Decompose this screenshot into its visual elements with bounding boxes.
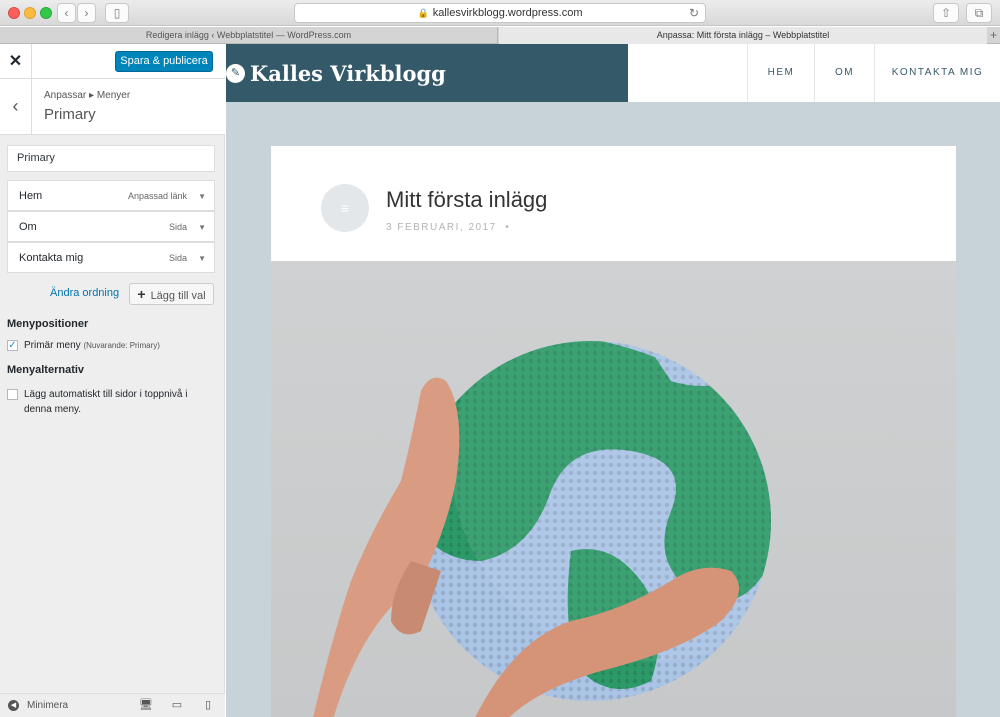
tabs-icon[interactable]: ⧉ — [966, 3, 992, 23]
collapse-button[interactable]: Minimera — [27, 700, 68, 711]
reorder-link[interactable]: Ändra ordning — [50, 287, 119, 299]
site-preview: ✎ Kalles Virkblogg HEM OM KONTAKTA MIG ≡… — [226, 44, 1000, 717]
breadcrumb: Anpassar ▸ Menyer — [44, 90, 131, 101]
menu-options-heading: Menyalternativ — [7, 364, 85, 376]
featured-image — [271, 261, 956, 717]
primary-menu-checkbox[interactable]: ✓ — [7, 340, 18, 351]
post-card: ≡ Mitt första inlägg 3 FEBRUARI, 2017 • — [271, 146, 956, 717]
pencil-icon: ✎ — [226, 64, 245, 83]
menu-name-input[interactable]: Primary — [7, 145, 215, 172]
menu-item-title: Om — [19, 221, 37, 233]
forward-icon[interactable]: › — [77, 3, 96, 23]
tab-customize[interactable]: Anpassa: Mitt första inlägg – Webbplatst… — [499, 27, 987, 44]
menu-item-kontakta-mig[interactable]: Kontakta mig Sida ▼ — [7, 242, 215, 273]
auto-add-checkbox[interactable] — [7, 389, 18, 400]
auto-add-label: Lägg automatiskt till sidor i toppnivå i… — [24, 389, 188, 415]
current-menu-note: (Nuvarande: Primary) — [83, 341, 160, 350]
zoom-window-button[interactable] — [40, 7, 52, 19]
section-title: Primary — [44, 106, 96, 123]
section-header: ‹ Anpassar ▸ Menyer Primary — [0, 79, 225, 135]
site-header: ✎ Kalles Virkblogg HEM OM KONTAKTA MIG — [226, 44, 1000, 102]
share-icon[interactable]: ⇧ — [933, 3, 959, 23]
browser-toolbar: ‹ › ▯ 🔒 kallesvirkblogg.wordpress.com ↻ ⇧… — [0, 0, 1000, 26]
standard-post-icon: ≡ — [321, 184, 369, 232]
site-title[interactable]: Kalles Virkblogg — [250, 61, 446, 86]
menu-item-title: Kontakta mig — [19, 252, 84, 264]
back-icon[interactable]: ‹ — [57, 3, 76, 23]
chevron-down-icon[interactable]: ▼ — [198, 192, 206, 201]
crochet-ball-photo — [313, 341, 771, 717]
tab-bar: Redigera inlägg ‹ Webbplatstitel — WordP… — [0, 27, 1000, 44]
chevron-down-icon[interactable]: ▼ — [198, 223, 206, 232]
menu-locations-heading: Menypositioner — [7, 318, 89, 330]
menu-item-hem[interactable]: Hem Anpassad länk ▼ — [7, 180, 215, 211]
add-items-button[interactable]: + Lägg till val — [129, 283, 214, 305]
post-date: 3 FEBRUARI, 2017 • — [386, 222, 511, 233]
nav-item-kontakta-mig[interactable]: KONTAKTA MIG — [874, 44, 1000, 102]
plus-icon: + — [137, 286, 146, 302]
minimize-window-button[interactable] — [24, 7, 36, 19]
new-tab-icon[interactable]: + — [987, 27, 1000, 44]
close-window-button[interactable] — [8, 7, 20, 19]
post-title[interactable]: Mitt första inlägg — [386, 187, 547, 213]
nav-item-hem[interactable]: HEM — [747, 44, 814, 102]
sidebar-icon[interactable]: ▯ — [105, 3, 129, 23]
menu-item-om[interactable]: Om Sida ▼ — [7, 211, 215, 242]
publish-button[interactable]: Spara & publicera — [115, 51, 213, 72]
menu-item-type: Sida — [168, 253, 187, 263]
mobile-icon[interactable]: ▯ — [201, 698, 215, 712]
address-bar[interactable]: 🔒 kallesvirkblogg.wordpress.com ↻ — [294, 3, 706, 23]
menu-item-title: Hem — [19, 190, 43, 202]
collapse-icon[interactable]: ◀ — [8, 700, 19, 711]
tablet-icon[interactable]: ▭ — [170, 698, 184, 712]
primary-menu-label: Primär meny (Nuvarande: Primary) — [24, 340, 160, 351]
close-icon[interactable]: ✕ — [0, 44, 32, 79]
nav-item-om[interactable]: OM — [814, 44, 874, 102]
lock-icon: 🔒 — [417, 8, 429, 18]
customizer-sidebar: ✕ Spara & publicera ‹ Anpassar ▸ Menyer … — [0, 44, 225, 717]
menu-item-type: Anpassad länk — [127, 191, 187, 201]
chevron-down-icon[interactable]: ▼ — [198, 254, 206, 263]
site-branding: ✎ Kalles Virkblogg — [226, 44, 628, 102]
tab-edit-post[interactable]: Redigera inlägg ‹ Webbplatstitel — WordP… — [0, 27, 498, 44]
reload-icon[interactable]: ↻ — [689, 4, 699, 22]
menu-item-type: Sida — [168, 222, 187, 232]
url-text: kallesvirkblogg.wordpress.com — [432, 7, 583, 19]
back-chevron-icon[interactable]: ‹ — [0, 79, 32, 135]
customizer-header: ✕ Spara & publicera — [0, 44, 225, 79]
customizer-footer: ◀ Minimera 🖥 ▭ ▯ — [0, 693, 225, 717]
add-items-label: Lägg till val — [150, 290, 206, 302]
desktop-icon[interactable]: 🖥 — [139, 698, 153, 712]
